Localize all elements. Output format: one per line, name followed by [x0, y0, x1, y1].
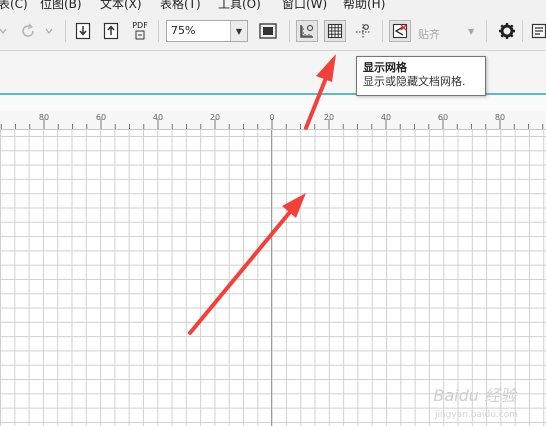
- arrow-to-canvas: [188, 193, 306, 335]
- show-grid-tooltip: 显示网格 显示或隐藏文档网格.: [356, 56, 486, 96]
- tooltip-description: 显示或隐藏文档网格.: [363, 75, 466, 88]
- watermark-logo: Baidu 经验: [433, 386, 516, 405]
- tooltip-title: 显示网格: [363, 61, 407, 74]
- watermark-url: jingyan.baidu.com: [434, 410, 518, 420]
- arrow-to-grid-button: [304, 54, 336, 130]
